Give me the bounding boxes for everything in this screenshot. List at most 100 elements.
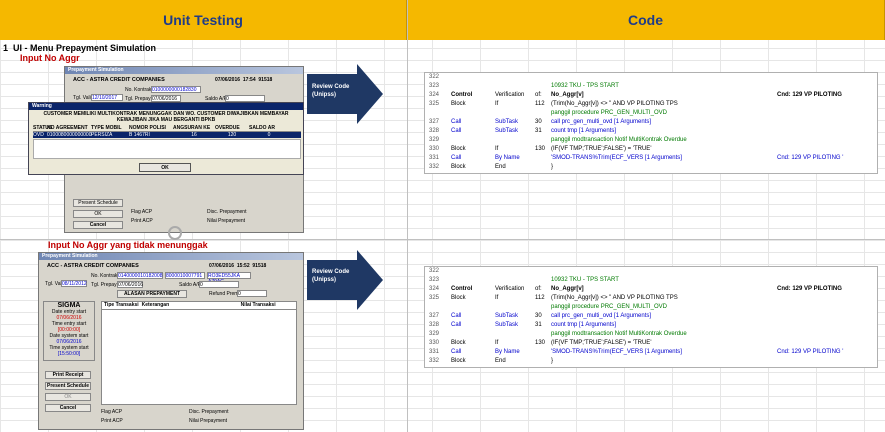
warning-dialog: Warning CUSTOMER MEMILIKI MULTIKONTRAK M… — [28, 102, 304, 175]
company-name: ACC - ASTRA CREDIT COMPANIES — [73, 77, 165, 83]
code-condition: Cnd: 129 VP PILOTING — [777, 286, 842, 292]
tgl-prepay-field[interactable]: 07/06/2016 — [117, 281, 143, 288]
code-kind: Block — [451, 164, 466, 170]
kontrak-extra-field[interactable]: 8000010007791 — [165, 272, 205, 279]
code-op: If — [495, 295, 499, 301]
code-op: SubTask — [495, 322, 519, 328]
line-number: 331 — [429, 155, 440, 161]
saldo-field[interactable]: 0 — [225, 95, 265, 102]
code-op: SubTask — [495, 119, 519, 125]
window-title: Prepayment Simulation — [39, 253, 303, 260]
no-kontrak-label: No. Kontrak — [91, 273, 118, 279]
line-number: 324 — [429, 286, 440, 292]
code-line: 329 panggil modtransaction Notif MultiKon… — [425, 136, 877, 145]
line-number: 324 — [429, 92, 440, 98]
code-line: 325 Block If 112 (Trim(No_Aggr[v]) <> " AND … — [425, 100, 877, 109]
code-text: 'SMOD-TRANS%Trim(ECF_VERS [1 Arguments] — [551, 155, 682, 161]
code-kind: Block — [451, 146, 466, 152]
code-line: 330 Block If 130 (IF(VF TMP;'TRUE';FALSE') =… — [425, 145, 877, 154]
flag-acp-label: Flag ACP — [131, 209, 153, 215]
code-kind: Block — [451, 101, 466, 107]
column-divider — [407, 0, 408, 432]
code-line: panggil procedure PRC_GEN_MULTI_OVD — [425, 303, 877, 312]
col-keterangan: Keterangan — [141, 302, 170, 308]
code-text: call prc_gen_multi_ovd [1 Arguments] — [551, 313, 652, 319]
code-line: 327 Call SubTask 30 call prc_gen_multi_ovd [… — [425, 118, 877, 127]
code-line: 332 Block End} — [425, 357, 877, 366]
code-ref: 30 — [535, 119, 542, 125]
present-schedule-button[interactable]: Present Schedule — [45, 382, 91, 390]
code-text: No_Aggr[v] — [551, 286, 584, 292]
col-no-agreement: NO AGREEMENT — [47, 125, 88, 131]
alasan-prepayment-button[interactable]: ALASAN PREPAYMENT — [117, 290, 187, 298]
no-kontrak-label: No. Kontrak — [125, 87, 152, 93]
print-acp-label: Print ACP — [131, 218, 153, 224]
code-text: (IF(VF TMP;'TRUE';FALSE') = 'TRUE' — [551, 146, 652, 152]
cell-angsuran: 16 — [191, 132, 197, 138]
no-kontrak-field[interactable]: 0100000000182830 — [151, 86, 201, 93]
code-text: count tmp [1 Arguments] — [551, 322, 617, 328]
company-name: ACC - ASTRA CREDIT COMPANIES — [47, 263, 139, 269]
ok-button[interactable]: OK — [73, 210, 123, 218]
print-receipt-button[interactable]: Print Receipt — [45, 371, 91, 379]
warning-table-header: STATUS NO AGREEMENT TYPE MOBIL NOMOR POL… — [33, 125, 301, 132]
section-number: 1 — [3, 43, 9, 53]
tgl-prepay-field[interactable]: 07/06/2016 — [151, 95, 181, 102]
line-number: 327 — [429, 313, 440, 319]
code-kind: Call — [451, 349, 462, 355]
ok-button[interactable]: OK — [45, 393, 91, 401]
code-kind: Block — [451, 340, 466, 346]
warning-table-body — [33, 139, 301, 159]
code-line: 323 10932 TKU - TPS START — [425, 82, 877, 91]
warning-ok-button[interactable]: OK — [139, 163, 191, 172]
line-number: 331 — [429, 349, 440, 355]
code-panel-1: 322 323 10932 TKU - TPS START 324 Control Ver… — [424, 72, 878, 174]
code-op: Verification — [495, 92, 525, 98]
prepayment-window-2: Prepayment Simulation ACC - ASTRA CREDIT… — [38, 252, 304, 430]
refund-label: Refund Prem — [209, 291, 239, 297]
code-line: 331 Call By Name 'SMOD-TRANS%Trim(ECF_VERS … — [425, 348, 877, 357]
code-op: End — [495, 358, 506, 364]
code-panel-2: 322 323 10932 TKU - TPS START 324 Control Ver… — [424, 266, 878, 368]
refund-field[interactable]: 0 — [237, 290, 267, 297]
cancel-button[interactable]: Cancel — [73, 221, 123, 229]
rotate-handle-icon[interactable] — [168, 226, 182, 240]
disc-prepay-label: Disc. Prepayment — [189, 409, 229, 415]
code-condition: Cnd: 129 VP PILOTING ' — [777, 155, 844, 161]
cancel-button[interactable]: Cancel — [45, 404, 91, 412]
code-line: 322 — [425, 73, 877, 82]
code-kind: Call — [451, 119, 462, 125]
code-op: SubTask — [495, 313, 519, 319]
saldo-field[interactable]: 0 — [199, 281, 239, 288]
kontrak-extra2-field[interactable]: RO3ED55JKA A79AC — [207, 272, 251, 285]
col-nomor-polisi: NOMOR POLISI — [129, 125, 166, 131]
line-number: 322 — [429, 74, 440, 80]
saldo-label: Saldo A/R — [179, 282, 202, 288]
tgl-valid-field[interactable]: 08/11/2012 — [61, 280, 87, 287]
header-code-label: Code — [628, 12, 663, 28]
date: 07/06/2016 — [215, 77, 241, 83]
nilai-prepay-label: Nilai Prepayment — [189, 418, 228, 424]
case1-label: Input No Aggr — [20, 53, 80, 63]
nilai-prepay-label: Nilai Prepayment — [207, 218, 246, 224]
code-ref: 112 — [535, 101, 545, 107]
code-line: panggil procedure PRC_GEN_MULTI_OVD — [425, 109, 877, 118]
code: 91518 — [252, 263, 267, 269]
time: 17:54 — [242, 77, 256, 83]
code-text: panggil modtransaction Notif MultiKontra… — [551, 331, 687, 337]
transaction-table: Tipe Transaksi Keterangan Nilai Transaks… — [101, 301, 297, 405]
line-number: 329 — [429, 331, 440, 337]
code-op: Verification — [495, 286, 525, 292]
present-schedule-button[interactable]: Present Schedule — [73, 199, 123, 207]
warning-message: CUSTOMER MEMILIKI MULTIKONTRAK MENUNGGAK… — [43, 111, 289, 123]
code-ref: 112 — [535, 295, 545, 301]
table-row[interactable]: OVD 0100080000000000 PERSIZA B 1467RI 16… — [33, 132, 301, 138]
line-number: 328 — [429, 128, 440, 134]
code-ref: 30 — [535, 313, 542, 319]
code-line: 330 Block If 130 (IF(VF TMP;'TRUE';FALSE') =… — [425, 339, 877, 348]
cell-type-mobil: PERSIZA — [91, 132, 113, 138]
tgl-valid-field[interactable]: 12/10/2017 — [91, 94, 123, 101]
code-line: 323 10932 TKU - TPS START — [425, 276, 877, 285]
no-kontrak-field[interactable]: 0140000010182008 — [117, 272, 163, 279]
code-line: 328 Call SubTask 31 count tmp [1 Arguments] — [425, 321, 877, 330]
